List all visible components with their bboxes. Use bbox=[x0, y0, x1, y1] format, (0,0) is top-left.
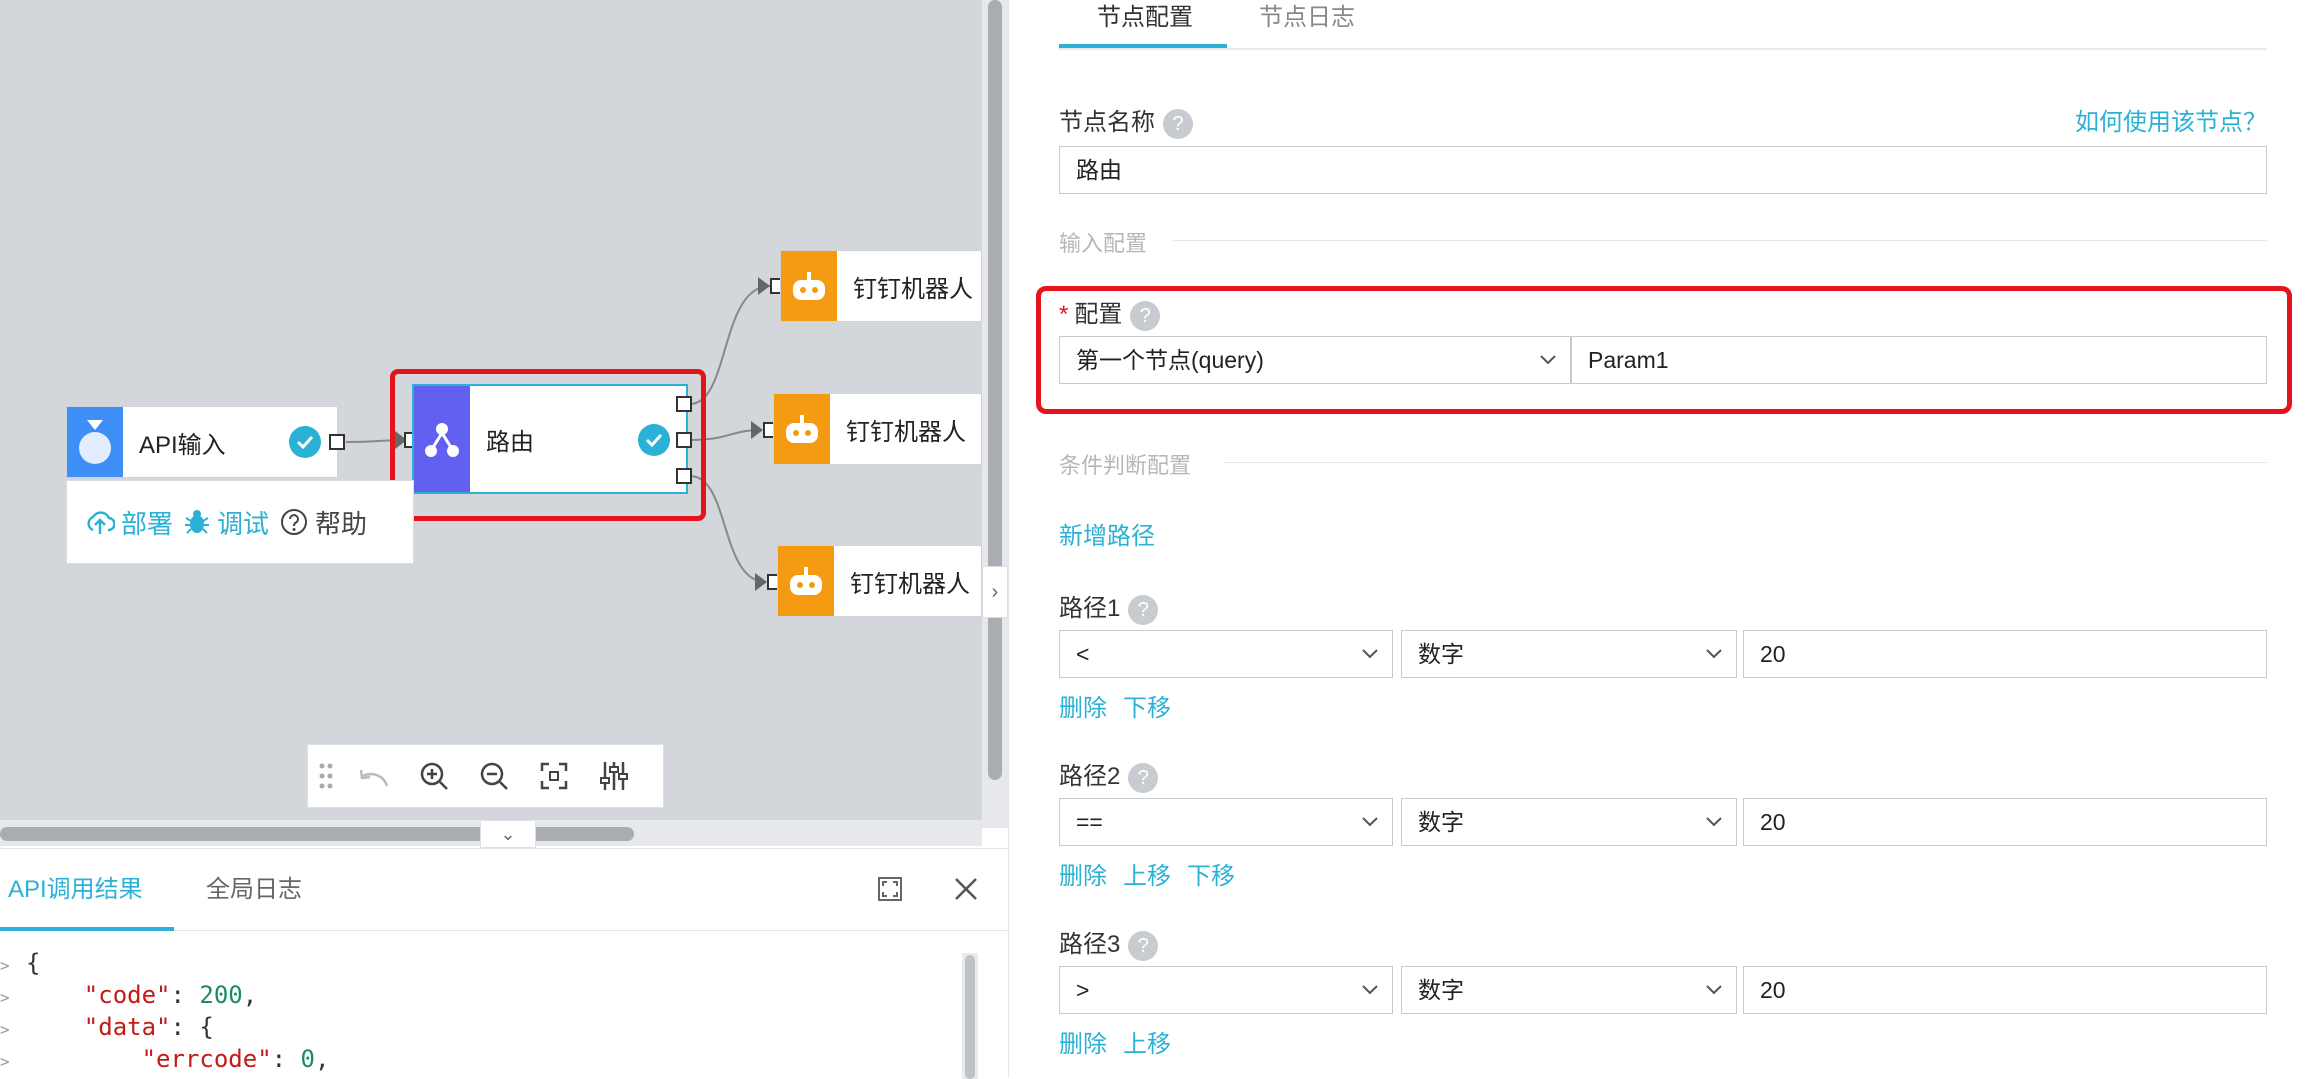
close-icon[interactable] bbox=[950, 873, 982, 905]
route-3-type-select[interactable]: 数字 bbox=[1401, 966, 1737, 1014]
node-config-panel: 节点配置 节点日志 节点名称? 如何使用该节点？ 路由 输入配置 * 配置? 第一… bbox=[1008, 0, 2306, 1078]
help-icon[interactable]: ? bbox=[1128, 930, 1159, 961]
api-input-out-port[interactable] bbox=[329, 434, 345, 450]
help-circle-icon bbox=[281, 509, 308, 535]
collapse-side-panel-chevron-right-icon[interactable]: › bbox=[982, 566, 1008, 618]
help-label: 帮助 bbox=[315, 508, 368, 539]
tab-node-config[interactable]: 节点配置 bbox=[1097, 0, 1193, 36]
cloud-upload-icon bbox=[87, 511, 115, 534]
api-input-label: API输入 bbox=[139, 431, 226, 459]
router-highlight-box bbox=[390, 369, 706, 521]
how-to-use-link[interactable]: 如何使用该节点？ bbox=[2075, 102, 2267, 137]
api-input-status-check-icon bbox=[289, 426, 321, 458]
condition-config-section-title: 条件判断配置 bbox=[1059, 453, 1192, 478]
route-2-move-down-link[interactable]: 下移 bbox=[1187, 856, 1235, 891]
robot-icon bbox=[781, 251, 837, 321]
config-highlight-box bbox=[1036, 286, 2292, 414]
route-2-label: 路径2? bbox=[1059, 756, 1159, 793]
help-icon[interactable]: ? bbox=[1128, 594, 1159, 625]
help-button[interactable]: 帮助 bbox=[279, 504, 367, 541]
route-2-type-select[interactable]: 数字 bbox=[1401, 798, 1737, 846]
bot1-in-arrow-icon bbox=[758, 277, 770, 295]
active-tab-indicator bbox=[1059, 44, 1227, 48]
undo-icon[interactable] bbox=[352, 754, 396, 798]
canvas-horizontal-scroll-thumb[interactable] bbox=[0, 827, 634, 841]
node-action-menu: 部署 调试 帮助 bbox=[66, 480, 414, 564]
maximize-icon[interactable] bbox=[876, 875, 904, 903]
bot2-in-arrow-icon bbox=[751, 421, 763, 439]
bot1-label: 钉钉机器人 bbox=[853, 275, 973, 303]
debug-label: 调试 bbox=[217, 508, 270, 539]
dingtalk-bot-node-3[interactable]: 钉钉机器人 bbox=[777, 545, 982, 617]
chevron-down-icon bbox=[1704, 631, 1724, 677]
tab-api-result[interactable]: API调用结果 bbox=[8, 849, 143, 931]
node-name-label: 节点名称? bbox=[1059, 102, 1193, 139]
dingtalk-bot-node-1[interactable]: 钉钉机器人 bbox=[780, 250, 982, 322]
drag-handle-icon[interactable] bbox=[316, 754, 336, 798]
settings-sliders-icon[interactable] bbox=[592, 754, 636, 798]
route-1-delete-link[interactable]: 删除 bbox=[1059, 688, 1107, 723]
section-divider bbox=[1173, 240, 2267, 241]
config-tabs: 节点配置 节点日志 bbox=[1059, 0, 2267, 50]
tab-node-log[interactable]: 节点日志 bbox=[1259, 0, 1355, 36]
dingtalk-bot-node-2[interactable]: 钉钉机器人 bbox=[773, 393, 982, 465]
route-1-label: 路径1? bbox=[1059, 588, 1159, 625]
canvas-vertical-scroll-thumb[interactable] bbox=[988, 0, 1002, 780]
robot-icon bbox=[778, 546, 834, 616]
route-3-value-input[interactable]: 20 bbox=[1743, 966, 2267, 1014]
robot-icon bbox=[774, 394, 830, 464]
chevron-down-icon bbox=[1704, 799, 1724, 845]
workflow-canvas[interactable]: API输入 路由 钉钉机器人 钉钉机器人 钉钉机器人 部署 调试 帮助 bbox=[0, 0, 982, 828]
input-config-section-title: 输入配置 bbox=[1059, 231, 1148, 256]
chevron-down-icon bbox=[1704, 967, 1724, 1013]
route-2-operator-select[interactable]: == bbox=[1059, 798, 1393, 846]
route-2-delete-link[interactable]: 删除 bbox=[1059, 856, 1107, 891]
api-result-code: >{ > "code": 200, > "data": { > "errcode… bbox=[0, 947, 960, 1075]
chevron-down-icon bbox=[1360, 631, 1380, 677]
route-3-delete-link[interactable]: 删除 bbox=[1059, 1024, 1107, 1059]
api-input-node[interactable]: API输入 bbox=[66, 406, 338, 478]
deploy-button[interactable]: 部署 bbox=[85, 504, 173, 541]
bot3-in-arrow-icon bbox=[755, 573, 767, 591]
route-1-type-select[interactable]: 数字 bbox=[1401, 630, 1737, 678]
help-icon[interactable]: ? bbox=[1163, 108, 1193, 139]
route-3-move-up-link[interactable]: 上移 bbox=[1123, 1024, 1171, 1059]
route-1-move-down-link[interactable]: 下移 bbox=[1123, 688, 1171, 723]
bug-icon bbox=[185, 510, 210, 534]
add-route-link[interactable]: 新增路径 bbox=[1059, 516, 1155, 551]
bot2-label: 钉钉机器人 bbox=[846, 418, 966, 446]
bottom-tabs: API调用结果 全局日志 bbox=[0, 849, 1008, 931]
code-line: > "code": 200, bbox=[0, 981, 258, 1009]
code-line: >{ bbox=[0, 949, 41, 977]
deploy-label: 部署 bbox=[121, 508, 174, 539]
zoom-in-icon[interactable] bbox=[412, 754, 456, 798]
route-2-value-input[interactable]: 20 bbox=[1743, 798, 2267, 846]
node-name-input[interactable]: 路由 bbox=[1059, 146, 2267, 194]
debug-button[interactable]: 调试 bbox=[183, 504, 269, 541]
route-3-operator-select[interactable]: > bbox=[1059, 966, 1393, 1014]
api-input-icon bbox=[67, 407, 123, 477]
fit-screen-icon[interactable] bbox=[532, 754, 576, 798]
canvas-toolbar bbox=[307, 744, 664, 808]
help-icon[interactable]: ? bbox=[1128, 762, 1159, 793]
code-line: > "data": { bbox=[0, 1013, 214, 1041]
route-2-move-up-link[interactable]: 上移 bbox=[1123, 856, 1171, 891]
route-1-operator-select[interactable]: < bbox=[1059, 630, 1393, 678]
section-divider bbox=[1223, 462, 2267, 463]
bot3-label: 钉钉机器人 bbox=[850, 570, 970, 598]
active-tab-indicator bbox=[0, 927, 174, 931]
chevron-down-icon bbox=[1360, 967, 1380, 1013]
bottom-result-panel: API调用结果 全局日志 >{ > "code": 200, > "data":… bbox=[0, 848, 1008, 1079]
chevron-down-icon bbox=[1360, 799, 1380, 845]
code-scroll-thumb[interactable] bbox=[965, 955, 975, 1079]
code-line: > "errcode": 0, bbox=[0, 1045, 330, 1073]
route-3-label: 路径3? bbox=[1059, 924, 1159, 961]
route-1-value-input[interactable]: 20 bbox=[1743, 630, 2267, 678]
collapse-bottom-panel-chevron-down-icon[interactable]: ⌄ bbox=[480, 820, 536, 848]
zoom-out-icon[interactable] bbox=[472, 754, 516, 798]
tab-global-log[interactable]: 全局日志 bbox=[206, 849, 302, 931]
